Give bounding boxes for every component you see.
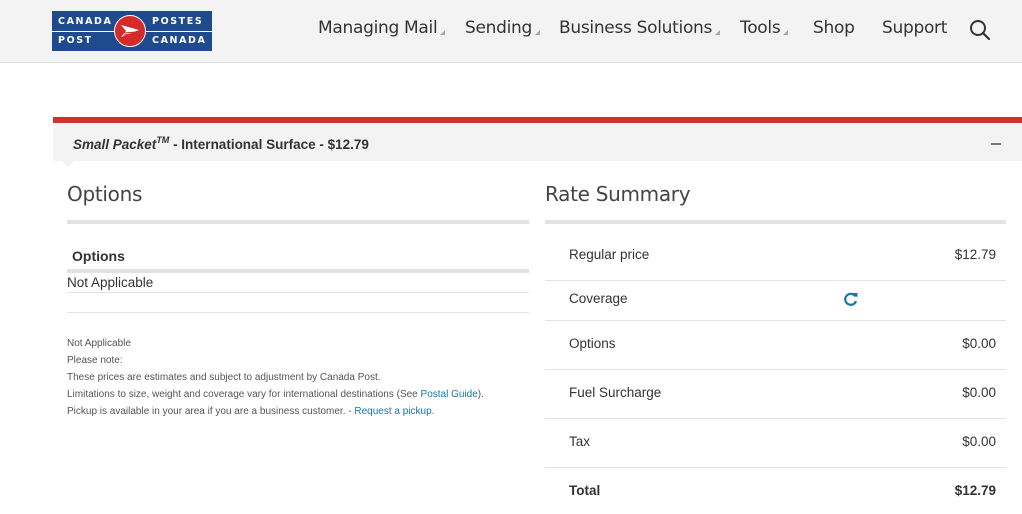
- logo-text-top-right: POSTES: [152, 16, 204, 27]
- service-title: Small PacketTM - International Surface -…: [73, 135, 369, 152]
- nav-label: Support: [882, 18, 948, 38]
- nav-business-solutions[interactable]: Business Solutions: [559, 18, 721, 38]
- rate-value: $0.00: [962, 336, 996, 351]
- rate-label: Coverage: [569, 291, 628, 306]
- nav-label: Shop: [813, 18, 855, 38]
- note-line: Please note:: [67, 355, 123, 366]
- options-header-rule: [67, 269, 529, 273]
- request-pickup-link[interactable]: Request a pickup.: [354, 406, 434, 417]
- logo-text-bottom-right: CANADA: [152, 35, 207, 46]
- note-text: ).: [477, 389, 484, 400]
- rate-row-options: Options $0.00: [545, 336, 1006, 376]
- dropdown-caret-icon: [783, 30, 789, 35]
- rate-value: $12.79: [954, 483, 996, 498]
- note-text: Pickup is available in your area if you …: [67, 406, 355, 417]
- dropdown-caret-icon: [440, 30, 446, 35]
- rate-label: Tax: [569, 434, 591, 449]
- service-details: - International Surface - $12.79: [169, 137, 369, 152]
- dropdown-caret-icon: [715, 30, 721, 35]
- rate-label: Options: [569, 336, 616, 351]
- note-line: Not Applicable: [67, 338, 131, 349]
- nav-managing-mail[interactable]: Managing Mail: [318, 18, 446, 38]
- rate-label: Fuel Surcharge: [569, 385, 662, 400]
- product-name: Small Packet: [73, 137, 157, 152]
- rate-divider: [545, 418, 1006, 419]
- options-table-header: Options: [72, 248, 125, 264]
- nav-shop[interactable]: Shop: [813, 18, 855, 38]
- nav-label: Business Solutions: [559, 18, 713, 38]
- options-title: Options: [67, 182, 143, 206]
- note-line: Limitations to size, weight and coverage…: [67, 386, 484, 403]
- postal-guide-link[interactable]: Postal Guide: [421, 389, 478, 400]
- nav-label: Sending: [465, 18, 533, 38]
- rate-divider: [545, 320, 1006, 321]
- rate-value: $0.00: [962, 434, 996, 449]
- dropdown-caret-icon: [535, 30, 541, 35]
- logo-text-top-left: CANADA: [58, 16, 113, 27]
- notes-block: Not Applicable Please note: These prices…: [67, 335, 484, 420]
- nav-tools[interactable]: Tools: [740, 18, 789, 38]
- rate-divider: [545, 369, 1006, 370]
- options-title-rule: [67, 220, 529, 224]
- refresh-icon[interactable]: [843, 291, 859, 307]
- site-header: CANADA POSTES POST CANADA Managing Mail …: [0, 0, 1022, 63]
- options-value: Not Applicable: [67, 275, 154, 290]
- rate-row-coverage: Coverage: [545, 291, 1006, 331]
- rate-label: Regular price: [569, 247, 650, 262]
- rate-row-fuel-surcharge: Fuel Surcharge $0.00: [545, 385, 1006, 425]
- canada-post-logo[interactable]: CANADA POSTES POST CANADA: [52, 11, 212, 51]
- rate-divider: [545, 467, 1006, 468]
- rate-summary-title-rule: [545, 220, 1006, 224]
- nav-support[interactable]: Support: [882, 18, 947, 38]
- logo-emblem-icon: [114, 15, 146, 47]
- service-panel-header[interactable]: Small PacketTM - International Surface -…: [53, 123, 1022, 161]
- options-row-divider: [67, 292, 529, 293]
- rate-row-tax: Tax $0.00: [545, 434, 1006, 474]
- trademark: TM: [156, 135, 170, 145]
- rate-divider: [545, 280, 1006, 281]
- rate-row-regular-price: Regular price $12.79: [545, 247, 1006, 287]
- nav-label: Tools: [740, 18, 781, 38]
- rate-value: $0.00: [962, 385, 996, 400]
- logo-text-bottom-left: POST: [58, 35, 93, 46]
- nav-label: Managing Mail: [318, 18, 438, 38]
- note-text: Limitations to size, weight and coverage…: [67, 389, 421, 400]
- rate-row-total: Total $12.79: [545, 483, 1006, 514]
- rate-label: Total: [569, 483, 601, 498]
- minus-icon[interactable]: [991, 143, 1001, 145]
- rate-summary-title: Rate Summary: [545, 182, 691, 206]
- note-line: These prices are estimates and subject t…: [67, 372, 381, 383]
- rate-value: $12.79: [954, 247, 996, 262]
- note-line: Pickup is available in your area if you …: [67, 403, 484, 420]
- panel-pointer: [62, 161, 74, 167]
- search-icon[interactable]: [969, 19, 991, 41]
- options-bottom-divider: [67, 312, 529, 313]
- nav-sending[interactable]: Sending: [465, 18, 541, 38]
